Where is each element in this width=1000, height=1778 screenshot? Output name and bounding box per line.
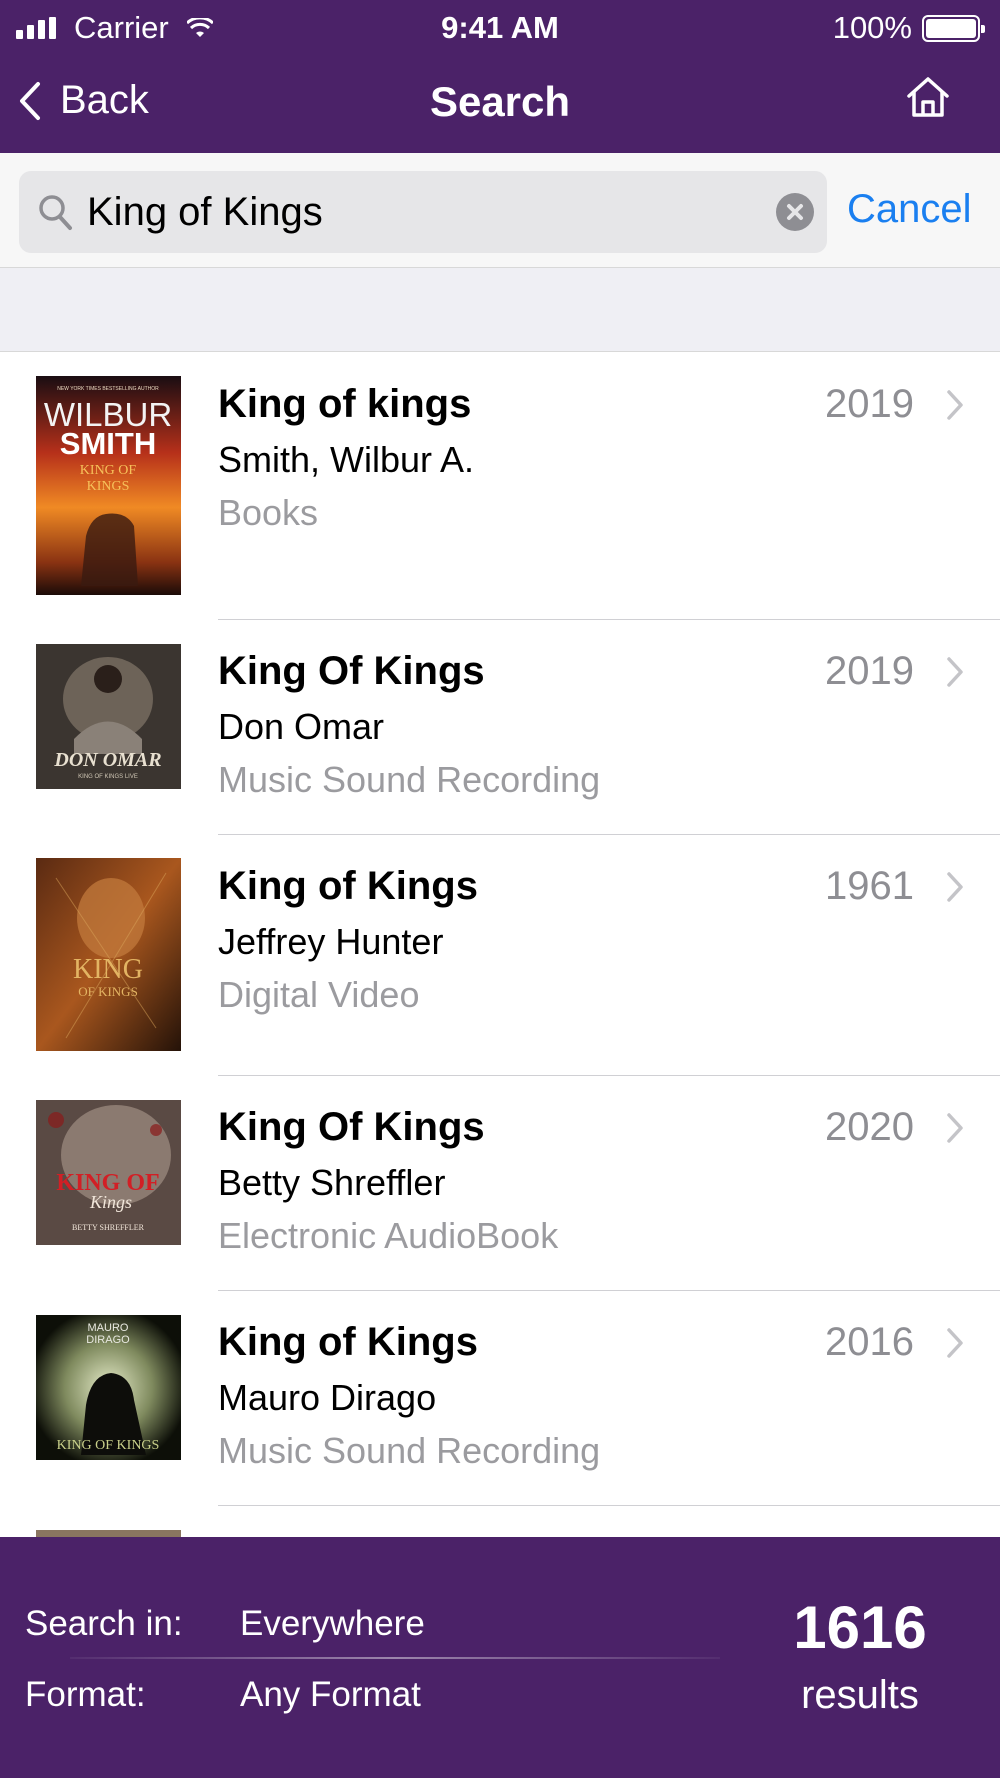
chevron-right-icon [947, 1328, 963, 1358]
list-item[interactable]: KING OF Kings BETTY SHREFFLER King Of Ki… [0, 1076, 1000, 1291]
result-author: Don Omar [218, 706, 385, 747]
header: Carrier 9:41 AM 100% Back Search [0, 0, 1000, 153]
result-year: 2020 [825, 1105, 914, 1149]
result-year: 2019 [825, 649, 914, 693]
cover-text: OF KINGS [78, 984, 138, 999]
nav-bar: Back Search [0, 56, 1000, 153]
cover-image: MAURO DIRAGO KING OF KINGS [36, 1315, 181, 1460]
chevron-right-icon [947, 390, 963, 420]
results-list[interactable]: NEW YORK TIMES BESTSELLING AUTHOR WILBUR… [0, 353, 1000, 1537]
cover-text: NEW YORK TIMES BESTSELLING AUTHOR [57, 386, 159, 392]
result-title: King of kings [218, 382, 472, 426]
clear-icon[interactable] [776, 193, 814, 231]
cover-image: KING OF KINGS [36, 858, 181, 1051]
result-year: 2019 [825, 382, 914, 426]
result-author: Smith, Wilbur A. [218, 439, 475, 480]
result-title: King Of Kings [218, 1105, 485, 1149]
list-item[interactable]: MAURO DIRAGO KING OF KINGS King of Kings… [0, 1291, 1000, 1506]
cover-text: KINGS [87, 479, 130, 494]
list-item[interactable]: DON OMAR KING OF KINGS LIVE King Of King… [0, 620, 1000, 835]
section-spacer [0, 268, 1000, 352]
result-year: 1961 [825, 864, 914, 908]
home-icon[interactable] [906, 76, 950, 118]
status-bar: Carrier 9:41 AM 100% [0, 0, 1000, 56]
cover-image [36, 1530, 181, 1537]
result-format: Digital Video [218, 974, 420, 1015]
cover-image: KING OF Kings BETTY SHREFFLER [36, 1100, 181, 1245]
cover-text: KING OF [80, 463, 137, 478]
search-bar: Cancel [0, 153, 1000, 268]
result-title: King Of Kings [218, 649, 485, 693]
search-in-value[interactable]: Everywhere [240, 1604, 425, 1644]
filter-divider [70, 1657, 720, 1659]
battery-icon [922, 14, 985, 42]
chevron-right-icon [947, 657, 963, 687]
format-value[interactable]: Any Format [240, 1675, 421, 1715]
result-author: Betty Shreffler [218, 1162, 446, 1203]
result-author: Jeffrey Hunter [218, 921, 444, 962]
list-item[interactable]: KING OF KINGS King of Kings 1961 Jeffrey… [0, 835, 1000, 1076]
result-format: Electronic AudioBook [218, 1215, 559, 1256]
chevron-right-icon [947, 872, 963, 902]
battery-percent: 100% [832, 10, 912, 45]
cover-text: KING [73, 954, 143, 985]
cover-text: BETTY SHREFFLER [72, 1223, 145, 1232]
results-count-label: results [801, 1673, 919, 1717]
cover-text: KING OF KINGS [57, 1438, 160, 1453]
row-divider [218, 1505, 1000, 1506]
search-filter-bar: Search in: Everywhere Format: Any Format… [0, 1537, 1000, 1778]
cover-text: KING OF KINGS LIVE [78, 774, 138, 780]
cover-text: SMITH [60, 426, 156, 461]
cover-image: NEW YORK TIMES BESTSELLING AUTHOR WILBUR… [36, 376, 181, 595]
list-item[interactable]: NEW YORK TIMES BESTSELLING AUTHOR WILBUR… [0, 353, 1000, 620]
result-title: King of Kings [218, 864, 478, 908]
chevron-right-icon [947, 1113, 963, 1143]
result-format: Music Sound Recording [218, 759, 601, 800]
cover-text: DON OMAR [53, 749, 161, 771]
result-format: Music Sound Recording [218, 1430, 601, 1471]
search-icon [39, 195, 72, 230]
search-in-label: Search in: [25, 1604, 183, 1643]
cover-text: DIRAGO [86, 1334, 130, 1346]
cover-image: DON OMAR KING OF KINGS LIVE [36, 644, 181, 789]
results-count: 1616 [793, 1594, 927, 1661]
result-author: Mauro Dirago [218, 1377, 437, 1418]
page-title: Search [429, 78, 571, 125]
result-title: King of Kings [218, 1320, 478, 1364]
cancel-button[interactable]: Cancel [847, 187, 972, 232]
cover-text: MAURO [88, 1322, 129, 1334]
cover-text: Kings [89, 1192, 132, 1212]
format-label: Format: [25, 1675, 146, 1714]
search-field[interactable] [19, 171, 827, 253]
search-input[interactable] [87, 171, 767, 253]
result-year: 2016 [825, 1320, 914, 1364]
result-format: Books [218, 492, 319, 533]
